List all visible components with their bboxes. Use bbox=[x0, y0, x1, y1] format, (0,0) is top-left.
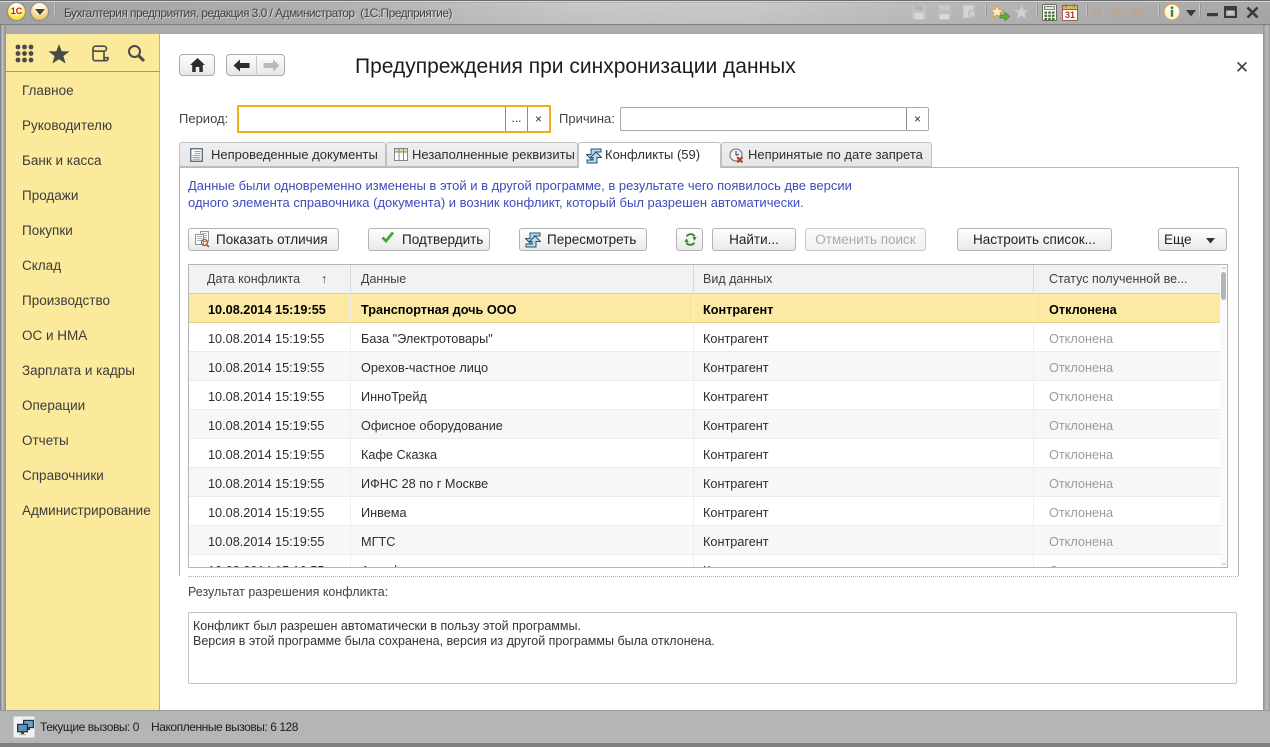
svg-text:31: 31 bbox=[1065, 10, 1075, 20]
